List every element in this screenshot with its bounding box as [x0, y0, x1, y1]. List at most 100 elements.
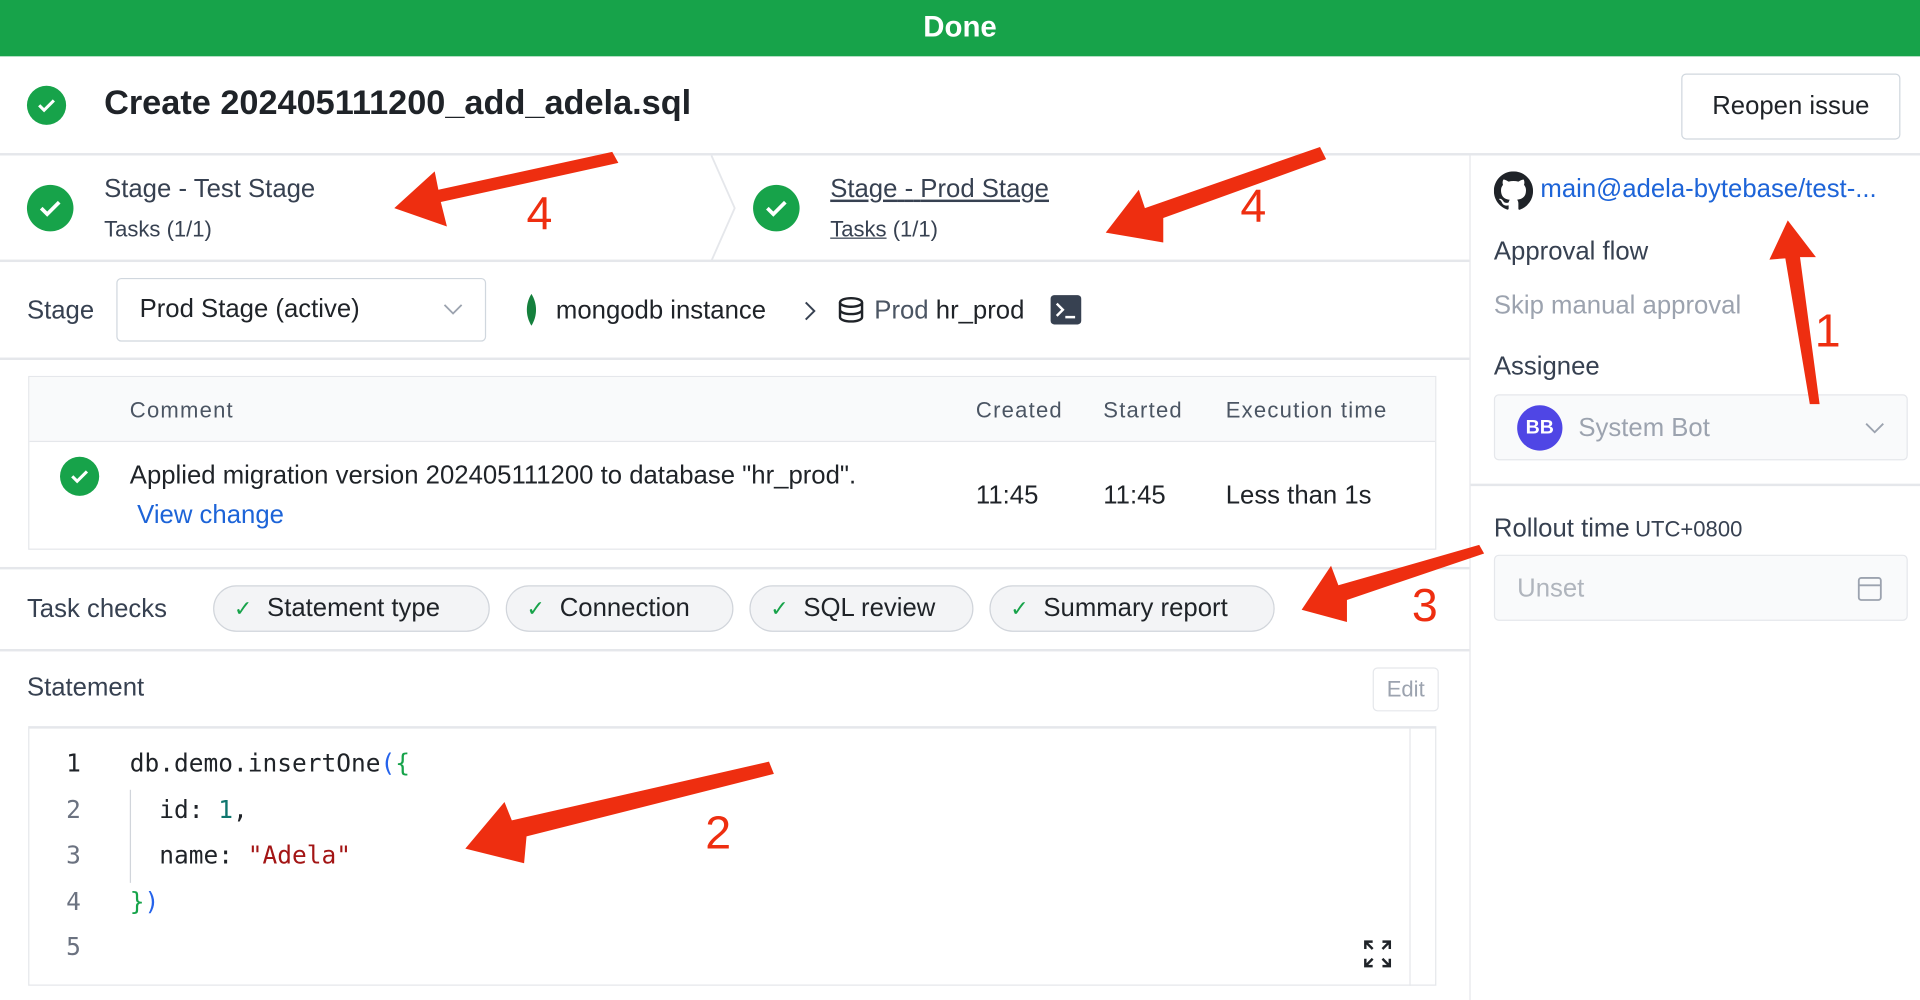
check-icon: ✓ — [770, 595, 789, 621]
status-banner: Done — [0, 0, 1920, 57]
code-token: id: — [129, 794, 219, 824]
avatar: BB — [1517, 405, 1563, 451]
check-summary-report[interactable]: ✓ Summary report — [989, 585, 1275, 632]
rollout-time-input[interactable]: Unset — [1493, 554, 1908, 621]
stage-select-value: Prod Stage (active) — [139, 295, 360, 324]
code-line: 4}) — [44, 886, 410, 932]
chevron-down-icon — [443, 304, 463, 315]
stage-separator-chevron — [710, 155, 736, 261]
task-checks-list: ✓ Statement type ✓ Connection ✓ SQL review … — [213, 585, 1275, 632]
terminal-icon[interactable] — [1050, 295, 1082, 325]
check-label: SQL review — [803, 593, 936, 623]
code-token: name: — [129, 840, 248, 870]
code-line: 1 db.demo.insertOne({ — [44, 748, 410, 794]
check-icon: ✓ — [526, 595, 546, 621]
line-number: 1 — [66, 748, 81, 778]
database-name[interactable]: hr_prod — [936, 296, 1025, 324]
stage-done-icon — [753, 184, 800, 232]
stage-prefix: Stage — [830, 175, 898, 204]
stage-test[interactable]: Stage - Test Stage Tasks (1/1) — [0, 156, 735, 260]
row-started: 11:45 — [1103, 481, 1166, 510]
annotation-arrow — [1769, 220, 1820, 405]
check-label: Summary report — [1043, 593, 1228, 623]
stage-select[interactable]: Prod Stage (active) — [116, 277, 487, 342]
editor-scrollbar[interactable] — [1409, 728, 1411, 986]
edit-statement-button[interactable]: Edit — [1372, 667, 1439, 712]
code-token: db.demo.insertOne — [129, 748, 381, 778]
stage-done-icon — [26, 184, 74, 232]
code-token: , — [233, 794, 248, 824]
row-execution-time: Less than 1s — [1225, 481, 1372, 510]
code-token: 1 — [218, 794, 234, 824]
github-icon — [1493, 171, 1534, 210]
stage-prod[interactable]: Stage - Prod Stage Tasks (1/1) — [741, 156, 1470, 260]
annotation-arrow — [1301, 544, 1485, 623]
done-check-icon — [26, 85, 67, 125]
code-line: 5 — [44, 932, 410, 978]
stage-sep: - — [178, 175, 188, 204]
stage-count: (1/1) — [892, 216, 939, 242]
table-header: Comment Created Started Execution time — [29, 377, 1436, 443]
approval-flow-value: Skip manual approval — [1493, 291, 1742, 320]
chevron-down-icon — [1865, 423, 1884, 434]
sidebar-divider — [1469, 155, 1471, 1000]
reopen-issue-button[interactable]: Reopen issue — [1681, 73, 1901, 140]
stage-name: Prod Stage — [920, 175, 1049, 204]
col-execution-time: Execution time — [1225, 397, 1388, 423]
check-icon: ✓ — [1010, 595, 1029, 621]
code-lines: 1 db.demo.insertOne({2 id: 1, 3 name: "Ade… — [44, 748, 410, 978]
view-change-link[interactable]: View change — [137, 501, 284, 530]
code-editor[interactable]: 1 db.demo.insertOne({2 id: 1, 3 name: "Ade… — [28, 726, 1437, 986]
stage-prefix: Stage — [104, 175, 172, 204]
stage-tasks-link[interactable]: Tasks — [830, 217, 886, 241]
approval-flow-label: Approval flow — [1493, 237, 1649, 266]
code-token: { — [395, 748, 410, 778]
annotation-label: 1 — [1814, 306, 1841, 358]
line-number: 3 — [66, 840, 81, 870]
divider — [0, 357, 1470, 361]
expand-icon[interactable] — [1363, 939, 1392, 968]
rollout-timezone: UTC+0800 — [1635, 516, 1743, 542]
line-number: 4 — [66, 885, 81, 916]
chevron-right-icon — [805, 301, 816, 321]
calendar-icon — [1857, 577, 1882, 601]
assignee-select[interactable]: BB System Bot — [1493, 394, 1908, 461]
annotation-label: 4 — [1240, 181, 1267, 233]
col-started: Started — [1103, 397, 1183, 423]
issue-title: Create 202405111200_add_adela.sql — [104, 83, 692, 122]
rollout-time-label: Rollout time — [1493, 514, 1630, 543]
code-text: name: "Adela" — [130, 840, 351, 886]
row-comment: Applied migration version 202405111200 t… — [129, 461, 857, 490]
code-token: } — [129, 885, 145, 916]
check-statement-type[interactable]: ✓ Statement type — [213, 585, 490, 632]
assignee-name: System Bot — [1578, 413, 1710, 443]
rollout-placeholder: Unset — [1517, 574, 1585, 603]
code-line: 3 name: "Adela" — [44, 840, 410, 886]
issue-page: Done Create 202405111200_add_adela.sql R… — [0, 0, 1920, 1000]
check-connection[interactable]: ✓ Connection — [505, 585, 734, 632]
divider — [1470, 483, 1920, 487]
task-run-table: Comment Created Started Execution time A… — [28, 375, 1437, 550]
code-text: db.demo.insertOne({ — [130, 748, 410, 794]
divider — [0, 566, 1470, 570]
annotation-label: 2 — [705, 808, 732, 860]
stage-label: Stage — [26, 296, 95, 325]
code-token: ) — [144, 885, 160, 916]
stage-name: Test Stage — [193, 175, 316, 204]
mongodb-leaf-icon — [526, 293, 537, 326]
instance-name[interactable]: mongodb instance — [556, 296, 766, 325]
line-number: 5 — [66, 931, 81, 962]
check-sql-review[interactable]: ✓ SQL review — [749, 585, 974, 632]
task-checks-label: Task checks — [26, 595, 167, 624]
assignee-label: Assignee — [1493, 352, 1600, 381]
code-token: ( — [380, 748, 396, 778]
code-line: 2 id: 1, — [44, 794, 410, 840]
stage-tasks: Tasks — [104, 216, 161, 242]
row-created: 11:45 — [975, 481, 1039, 510]
annotation-label: 3 — [1411, 580, 1438, 632]
branch-link[interactable]: main@adela-bytebase/test-... — [1540, 175, 1876, 204]
stage-count: (1/1) — [166, 216, 212, 242]
col-comment: Comment — [129, 397, 234, 423]
table-row: Applied migration version 202405111200 t… — [29, 441, 1435, 549]
environment-name: Prod — [874, 296, 929, 325]
